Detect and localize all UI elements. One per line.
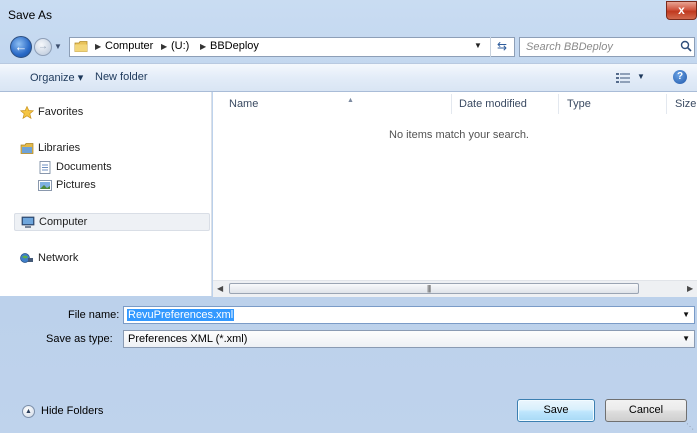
sidebar-item-label: Network — [38, 252, 79, 264]
back-button[interactable]: ← — [10, 36, 32, 58]
chevron-down-icon: ▼ — [682, 334, 690, 343]
pictures-icon — [38, 180, 52, 191]
title-bar: Save As x — [0, 0, 697, 32]
column-header-name[interactable]: Name ▲ — [229, 97, 354, 110]
breadcrumb-computer[interactable]: Computer — [105, 40, 153, 52]
cancel-button[interactable]: Cancel — [605, 399, 687, 422]
close-button[interactable]: x — [666, 1, 697, 20]
window-title: Save As — [8, 8, 53, 22]
chevron-up-icon: ▲ — [22, 405, 35, 418]
column-divider[interactable] — [666, 94, 667, 114]
save-type-label: Save as type: — [46, 333, 113, 345]
network-icon — [20, 253, 33, 263]
filename-value: RevuPreferences.xml — [127, 309, 235, 321]
breadcrumb-separator-icon: ▶ — [161, 42, 168, 51]
navigation-pane: Favorites Libraries Documents Pictures C… — [0, 92, 212, 296]
libraries-icon — [20, 143, 34, 154]
column-header-date-modified[interactable]: Date modified — [459, 98, 527, 110]
sidebar-item-label: Pictures — [56, 179, 96, 191]
search-icon[interactable] — [680, 40, 692, 52]
address-dropdown-icon[interactable]: ▼ — [474, 41, 482, 50]
save-as-dialog: Save As x ← → ▼ ▶ Computer ▶ (U:) ▶ BBDe… — [0, 0, 697, 433]
column-divider[interactable] — [451, 94, 452, 114]
breadcrumb-bbdeploy[interactable]: BBDeploy — [210, 40, 259, 52]
filename-label: File name: — [68, 309, 120, 321]
sidebar-item-documents[interactable]: Documents — [36, 159, 206, 177]
breadcrumb-separator-icon: ▶ — [200, 42, 207, 51]
sort-ascending-icon: ▲ — [347, 97, 354, 104]
documents-icon — [39, 161, 51, 174]
forward-button[interactable]: → — [34, 38, 52, 56]
grip-icon: ||| — [427, 284, 431, 293]
empty-message: No items match your search. — [389, 129, 529, 141]
breadcrumb-separator-icon: ▶ — [95, 42, 102, 51]
column-header-type[interactable]: Type — [567, 98, 591, 110]
sidebar-item-label: Documents — [56, 161, 112, 173]
column-label: Name — [229, 98, 259, 110]
sidebar-item-label: Favorites — [38, 106, 84, 118]
scroll-left-icon[interactable]: ◀ — [217, 284, 223, 293]
sidebar-item-favorites[interactable]: Favorites — [18, 104, 210, 122]
hide-folders-label: Hide Folders — [41, 405, 104, 417]
chevron-down-icon[interactable]: ▼ — [682, 310, 690, 319]
back-arrow-icon: ← — [14, 39, 28, 54]
sidebar-item-label: Computer — [39, 216, 88, 228]
search-input[interactable]: Search BBDeploy — [519, 37, 695, 57]
refresh-icon: ⇆ — [496, 39, 508, 53]
scroll-right-icon[interactable]: ▶ — [687, 284, 693, 293]
chevron-down-icon: ▼ — [54, 42, 62, 51]
save-type-select[interactable]: Preferences XML (*.xml) ▼ — [123, 330, 695, 348]
hide-folders-button[interactable]: ▲ Hide Folders — [22, 404, 122, 420]
organize-menu[interactable]: Organize ▾ — [30, 71, 83, 84]
scrollbar-thumb[interactable]: ||| — [229, 283, 639, 294]
computer-icon — [21, 216, 35, 228]
star-icon — [20, 106, 34, 119]
save-type-value: Preferences XML (*.xml) — [128, 333, 248, 345]
resize-grip-icon[interactable]: ⋱ — [686, 422, 694, 431]
navigation-bar: ← → ▼ ▶ Computer ▶ (U:) ▶ BBDeploy ▼ ⇆ S… — [0, 34, 697, 60]
sidebar-item-pictures[interactable]: Pictures — [36, 177, 206, 195]
forward-arrow-icon: → — [38, 41, 48, 52]
sidebar-item-network[interactable]: Network — [18, 250, 210, 268]
views-dropdown-icon[interactable]: ▼ — [637, 72, 645, 81]
command-toolbar: Organize ▾ New folder ▼ ? — [0, 63, 697, 92]
sidebar-item-label: Libraries — [38, 142, 81, 154]
folder-icon — [74, 41, 88, 52]
search-placeholder: Search BBDeploy — [526, 41, 613, 53]
sidebar-item-libraries[interactable]: Libraries — [18, 140, 210, 158]
refresh-button[interactable]: ⇆ — [490, 37, 513, 57]
new-folder-button[interactable]: New folder — [95, 71, 148, 83]
horizontal-scrollbar[interactable]: ◀ ||| ▶ — [213, 280, 697, 297]
save-button[interactable]: Save — [517, 399, 595, 422]
column-header-size[interactable]: Size — [675, 98, 696, 110]
column-divider[interactable] — [558, 94, 559, 114]
sidebar-item-computer[interactable]: Computer — [14, 213, 210, 231]
help-icon[interactable]: ? — [673, 70, 687, 84]
file-list: Name ▲ Date modified Type Size No items … — [213, 92, 697, 297]
filename-field[interactable]: RevuPreferences.xml ▼ — [123, 306, 695, 324]
breadcrumb-drive[interactable]: (U:) — [171, 40, 189, 52]
views-icon[interactable] — [616, 72, 630, 84]
recent-locations-dropdown[interactable]: ▼ — [54, 42, 64, 52]
address-bar[interactable]: ▶ Computer ▶ (U:) ▶ BBDeploy ▼ ⇆ — [69, 37, 515, 57]
